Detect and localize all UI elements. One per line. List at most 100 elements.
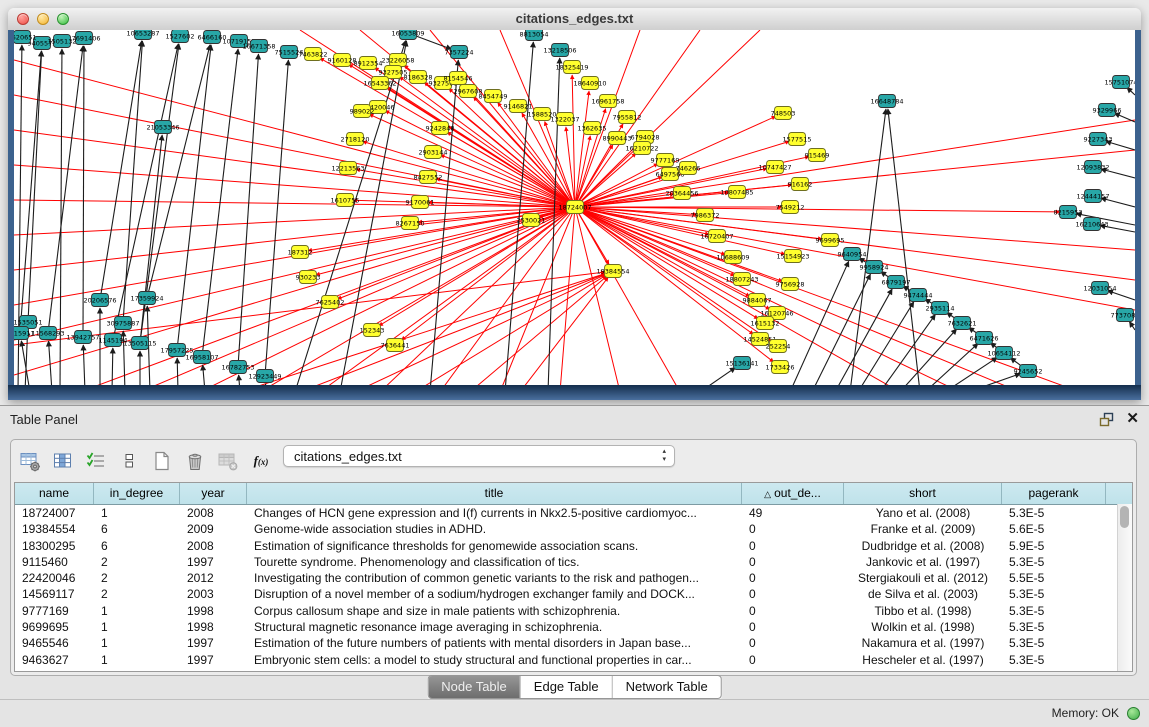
- cell-title[interactable]: Estimation of the future numbers of pati…: [247, 635, 742, 651]
- network-graph[interactable]: 1872400774638229160128891235423226058932…: [14, 30, 1135, 385]
- cell-out_de[interactable]: 49: [742, 505, 844, 521]
- cell-pagerank[interactable]: 5.9E-5: [1002, 538, 1106, 554]
- network-canvas[interactable]: 1872400774638229160128891235423226058932…: [14, 30, 1135, 385]
- graph-edge[interactable]: [239, 375, 240, 385]
- table-scrollbar-track[interactable]: [1117, 504, 1132, 671]
- delete-table-icon[interactable]: [215, 448, 241, 474]
- column-header-out_de[interactable]: △out_de...: [742, 483, 844, 504]
- cell-out_de[interactable]: 0: [742, 652, 844, 668]
- cell-title[interactable]: Embryonic stem cells: a model to study s…: [247, 652, 742, 668]
- graph-edge[interactable]: [177, 358, 178, 385]
- graph-edge[interactable]: [20, 51, 41, 333]
- cell-name[interactable]: 18300295: [15, 538, 94, 554]
- table-selector-dropdown[interactable]: citations_edges.txt ▴▾: [283, 445, 675, 467]
- cell-in_degree[interactable]: 2: [94, 570, 180, 586]
- cell-short[interactable]: Stergiakouli et al. (2012): [844, 570, 1002, 586]
- column-header-name[interactable]: name: [15, 483, 94, 504]
- cell-year[interactable]: 1997: [180, 554, 247, 570]
- cell-short[interactable]: Jankovic et al. (1997): [844, 554, 1002, 570]
- cell-year[interactable]: 2012: [180, 570, 247, 586]
- cell-short[interactable]: Tibbo et al. (1998): [844, 603, 1002, 619]
- table-row[interactable]: 2242004622012Investigating the contribut…: [15, 570, 1132, 586]
- graph-edge[interactable]: [401, 207, 575, 340]
- tab-node-table[interactable]: Node Table: [428, 676, 521, 698]
- cell-name[interactable]: 9115460: [15, 554, 94, 570]
- cell-name[interactable]: 19384554: [15, 521, 94, 537]
- graph-edge[interactable]: [575, 207, 1020, 385]
- cell-out_de[interactable]: 0: [742, 635, 844, 651]
- graph-edge[interactable]: [14, 207, 575, 375]
- cell-out_de[interactable]: 0: [742, 538, 844, 554]
- cell-out_de[interactable]: 0: [742, 586, 844, 602]
- cell-in_degree[interactable]: 6: [94, 538, 180, 554]
- cell-name[interactable]: 9699695: [15, 619, 94, 635]
- cell-out_de[interactable]: 0: [742, 521, 844, 537]
- cell-year[interactable]: 1997: [180, 652, 247, 668]
- cell-pagerank[interactable]: 5.3E-5: [1002, 554, 1106, 570]
- cell-year[interactable]: 1997: [180, 635, 247, 651]
- cell-name[interactable]: 18724007: [15, 505, 94, 521]
- cell-title[interactable]: Changes of HCN gene expression and I(f) …: [247, 505, 742, 521]
- graph-edge[interactable]: [14, 207, 575, 340]
- cell-in_degree[interactable]: 1: [94, 619, 180, 635]
- graph-edge[interactable]: [880, 315, 935, 385]
- cell-short[interactable]: Nakamura et al. (1997): [844, 635, 1002, 651]
- tab-edge-table[interactable]: Edge Table: [521, 676, 613, 698]
- cell-title[interactable]: Tourette syndrome. Phenomenology and cla…: [247, 554, 742, 570]
- cell-pagerank[interactable]: 5.6E-5: [1002, 521, 1106, 537]
- column-header-year[interactable]: year: [180, 483, 247, 504]
- table-row[interactable]: 1938455462009Genome-wide association stu…: [15, 521, 1132, 537]
- cell-short[interactable]: Yano et al. (2008): [844, 505, 1002, 521]
- cell-in_degree[interactable]: 1: [94, 505, 180, 521]
- cell-in_degree[interactable]: 2: [94, 586, 180, 602]
- graph-edge[interactable]: [83, 46, 84, 337]
- cell-title[interactable]: Corpus callosum shape and size in male p…: [247, 603, 742, 619]
- cell-name[interactable]: 9777169: [15, 603, 94, 619]
- graph-edge[interactable]: [1114, 113, 1135, 122]
- tab-network-table[interactable]: Network Table: [613, 676, 721, 698]
- cell-short[interactable]: Wolkin et al. (1998): [844, 619, 1002, 635]
- graph-edge[interactable]: [49, 341, 52, 385]
- cell-pagerank[interactable]: 5.3E-5: [1002, 586, 1106, 602]
- cell-short[interactable]: Franke et al. (2009): [844, 521, 1002, 537]
- cell-out_de[interactable]: 0: [742, 603, 844, 619]
- graph-edge[interactable]: [14, 60, 575, 207]
- table-row[interactable]: 1830029562008Estimation of significance …: [15, 538, 1132, 554]
- table-panel-titlebar[interactable]: Table Panel ✕: [0, 406, 1149, 433]
- cell-year[interactable]: 2008: [180, 505, 247, 521]
- graph-edge[interactable]: [48, 46, 83, 333]
- table-row[interactable]: 946362711997Embryonic stem cells: a mode…: [15, 652, 1132, 668]
- delete-columns-icon[interactable]: [182, 448, 208, 474]
- graph-edge[interactable]: [112, 348, 113, 385]
- cell-year[interactable]: 2009: [180, 521, 247, 537]
- cell-in_degree[interactable]: 2: [94, 554, 180, 570]
- cell-in_degree[interactable]: 1: [94, 652, 180, 668]
- cell-title[interactable]: Genome-wide association studies in ADHD.: [247, 521, 742, 537]
- cell-pagerank[interactable]: 5.3E-5: [1002, 603, 1106, 619]
- graph-edge[interactable]: [14, 130, 575, 207]
- cell-in_degree[interactable]: 1: [94, 603, 180, 619]
- table-row[interactable]: 946554611997Estimation of the future num…: [15, 635, 1132, 651]
- cell-name[interactable]: 9465546: [15, 635, 94, 651]
- graph-edge[interactable]: [295, 41, 406, 385]
- cell-pagerank[interactable]: 5.3E-5: [1002, 635, 1106, 651]
- graph-edge[interactable]: [147, 45, 210, 298]
- cell-year[interactable]: 1998: [180, 603, 247, 619]
- graph-edge[interactable]: [100, 41, 142, 300]
- cell-short[interactable]: Dudbridge et al. (2008): [844, 538, 1002, 554]
- row-height-icon[interactable]: [116, 448, 142, 474]
- cell-out_de[interactable]: 0: [742, 554, 844, 570]
- table-row[interactable]: 1456911722003Disruption of a novel membe…: [15, 586, 1132, 602]
- graph-edge[interactable]: [238, 54, 258, 367]
- graph-edge[interactable]: [260, 207, 575, 385]
- graph-edge[interactable]: [385, 111, 575, 207]
- cell-pagerank[interactable]: 5.5E-5: [1002, 570, 1106, 586]
- cell-short[interactable]: Hescheler et al. (1997): [844, 652, 1002, 668]
- cell-name[interactable]: 14569117: [15, 586, 94, 602]
- graph-edge[interactable]: [203, 365, 205, 385]
- cell-pagerank[interactable]: 5.3E-5: [1002, 505, 1106, 521]
- table-row[interactable]: 1872400712008Changes of HCN gene express…: [15, 505, 1132, 521]
- graph-edge[interactable]: [177, 45, 211, 350]
- graph-edge[interactable]: [700, 368, 735, 385]
- table-row[interactable]: 977716911998Corpus callosum shape and si…: [15, 603, 1132, 619]
